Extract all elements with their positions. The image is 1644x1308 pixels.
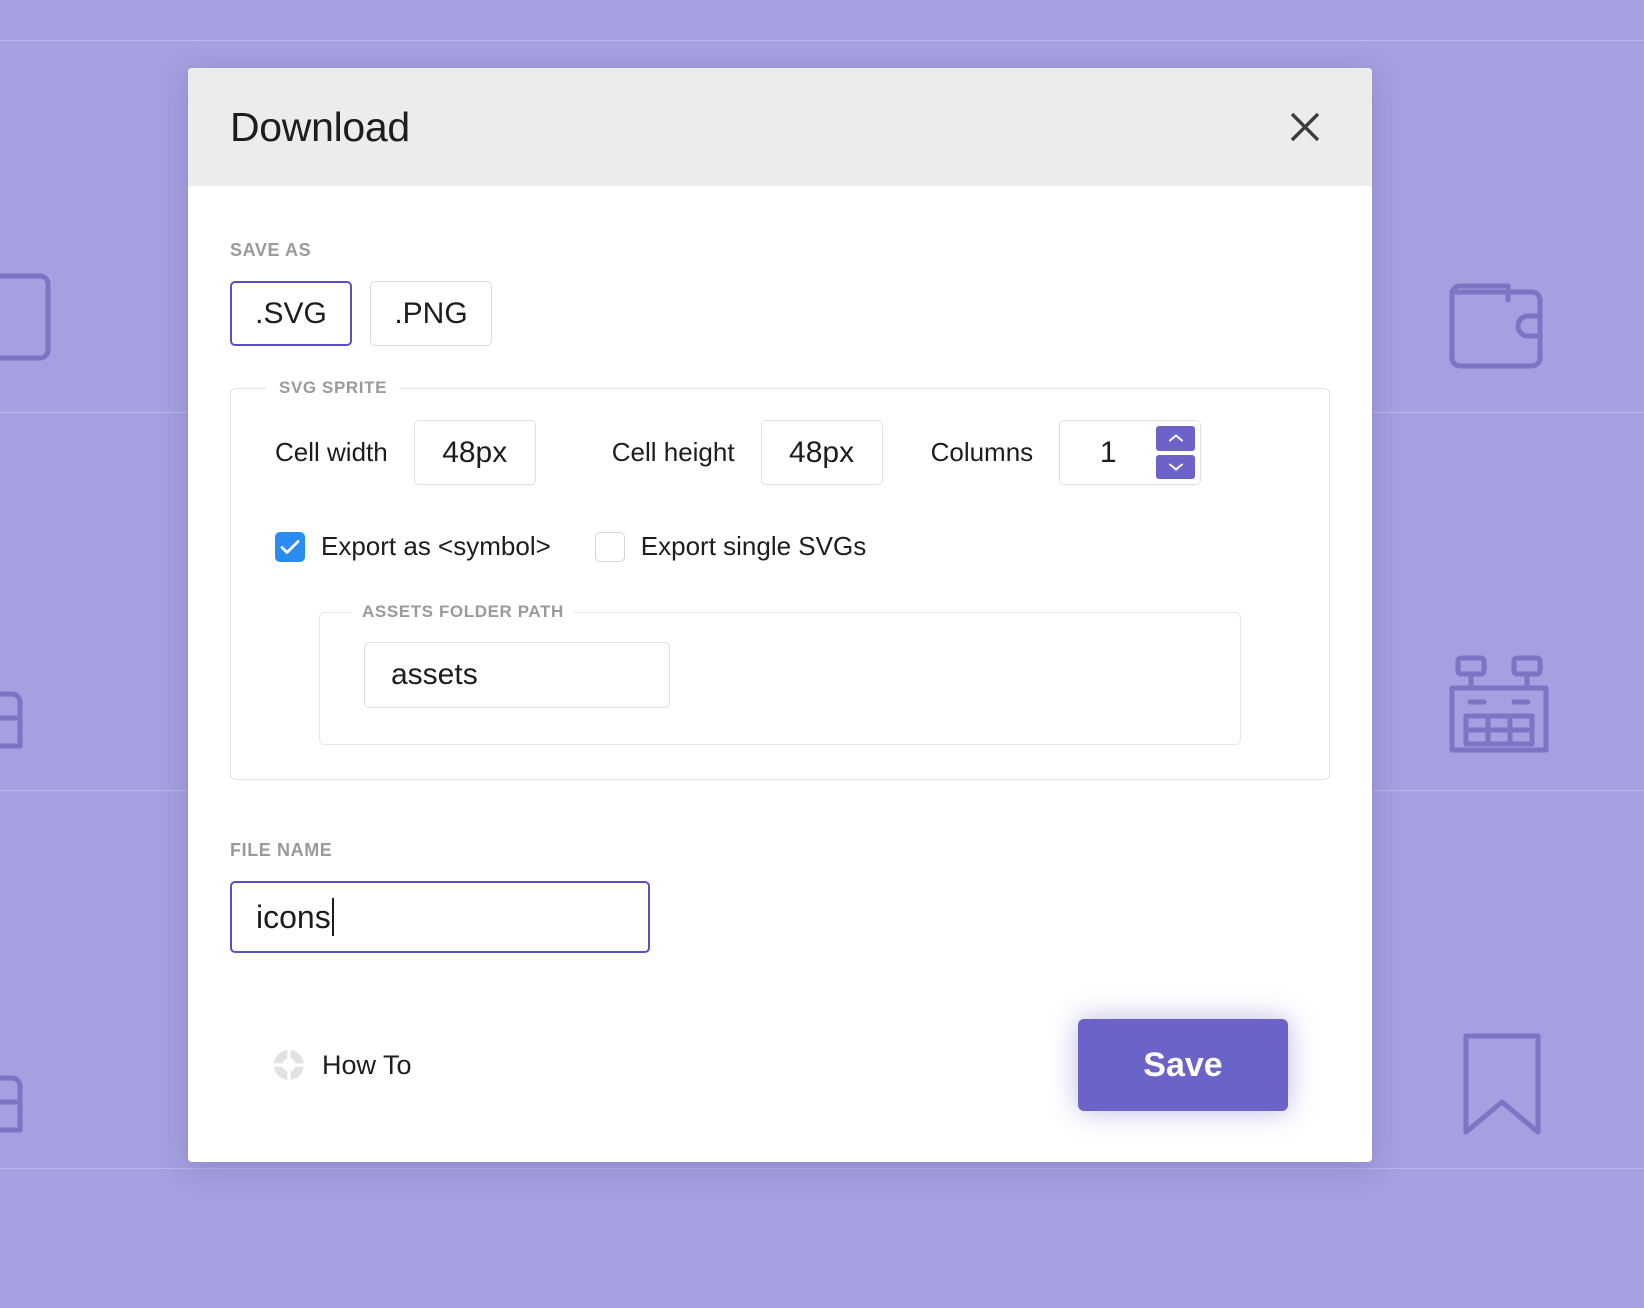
cell-height-label: Cell height [612,437,735,468]
page-title: Download [230,104,410,151]
file-name-label: FILE NAME [230,840,1330,861]
export-single-svgs-checkbox[interactable]: Export single SVGs [595,531,866,562]
wallet-icon [1444,272,1564,382]
checkbox-unchecked-icon [595,532,625,562]
export-options: Export as <symbol> Export single SVGs [275,531,1285,562]
text-cursor [332,898,334,936]
bookmark-icon [1450,1026,1570,1146]
export-as-symbol-checkbox[interactable]: Export as <symbol> [275,531,551,562]
svg-sprite-legend: SVG SPRITE [267,378,399,398]
how-to-link[interactable]: How To [272,1048,412,1082]
book-icon [0,262,60,372]
close-icon[interactable] [1282,104,1328,150]
chevron-up-icon[interactable] [1156,426,1195,451]
columns-label: Columns [931,437,1034,468]
cake-icon [0,1032,62,1142]
cake-icon [0,648,62,758]
sprite-dimension-row: Cell width 48px Cell height 48px Columns… [275,420,1285,485]
assets-folder-input[interactable]: assets [364,642,670,708]
file-name-section: FILE NAME icons [230,840,1330,953]
download-dialog: Download SAVE AS .SVG .PNG SVG SPRITE Ce… [188,68,1372,1162]
file-name-input[interactable]: icons [230,881,650,953]
how-to-label: How To [322,1050,412,1081]
cell-width-label: Cell width [275,437,388,468]
help-circle-icon [272,1048,306,1082]
assets-folder-legend: ASSETS FOLDER PATH [352,602,574,622]
save-as-label: SAVE AS [230,240,1330,261]
format-options: .SVG .PNG [230,281,1330,346]
file-name-value: icons [256,899,331,936]
dialog-body: SAVE AS .SVG .PNG SVG SPRITE Cell width … [188,186,1372,1162]
dialog-footer: How To Save [230,1005,1330,1125]
save-button[interactable]: Save [1078,1019,1288,1111]
svg-sprite-panel: SVG SPRITE Cell width 48px Cell height 4… [230,378,1330,780]
columns-stepper: 1 [1059,420,1201,485]
cell-width-input[interactable]: 48px [414,420,536,485]
chevron-down-icon[interactable] [1156,455,1195,480]
stepper-arrows [1156,421,1200,484]
columns-input[interactable]: 1 [1060,421,1156,484]
format-option-svg[interactable]: .SVG [230,281,352,346]
cell-height-input[interactable]: 48px [761,420,883,485]
checkbox-checked-icon [275,532,305,562]
format-option-png[interactable]: .PNG [370,281,492,346]
dialog-header: Download [188,68,1372,186]
export-single-svgs-label: Export single SVGs [641,531,866,562]
background-divider [0,1168,1644,1169]
background-divider [0,40,1644,41]
export-as-symbol-label: Export as <symbol> [321,531,551,562]
calendar-icon [1444,650,1564,760]
assets-folder-panel: ASSETS FOLDER PATH assets [319,602,1241,745]
